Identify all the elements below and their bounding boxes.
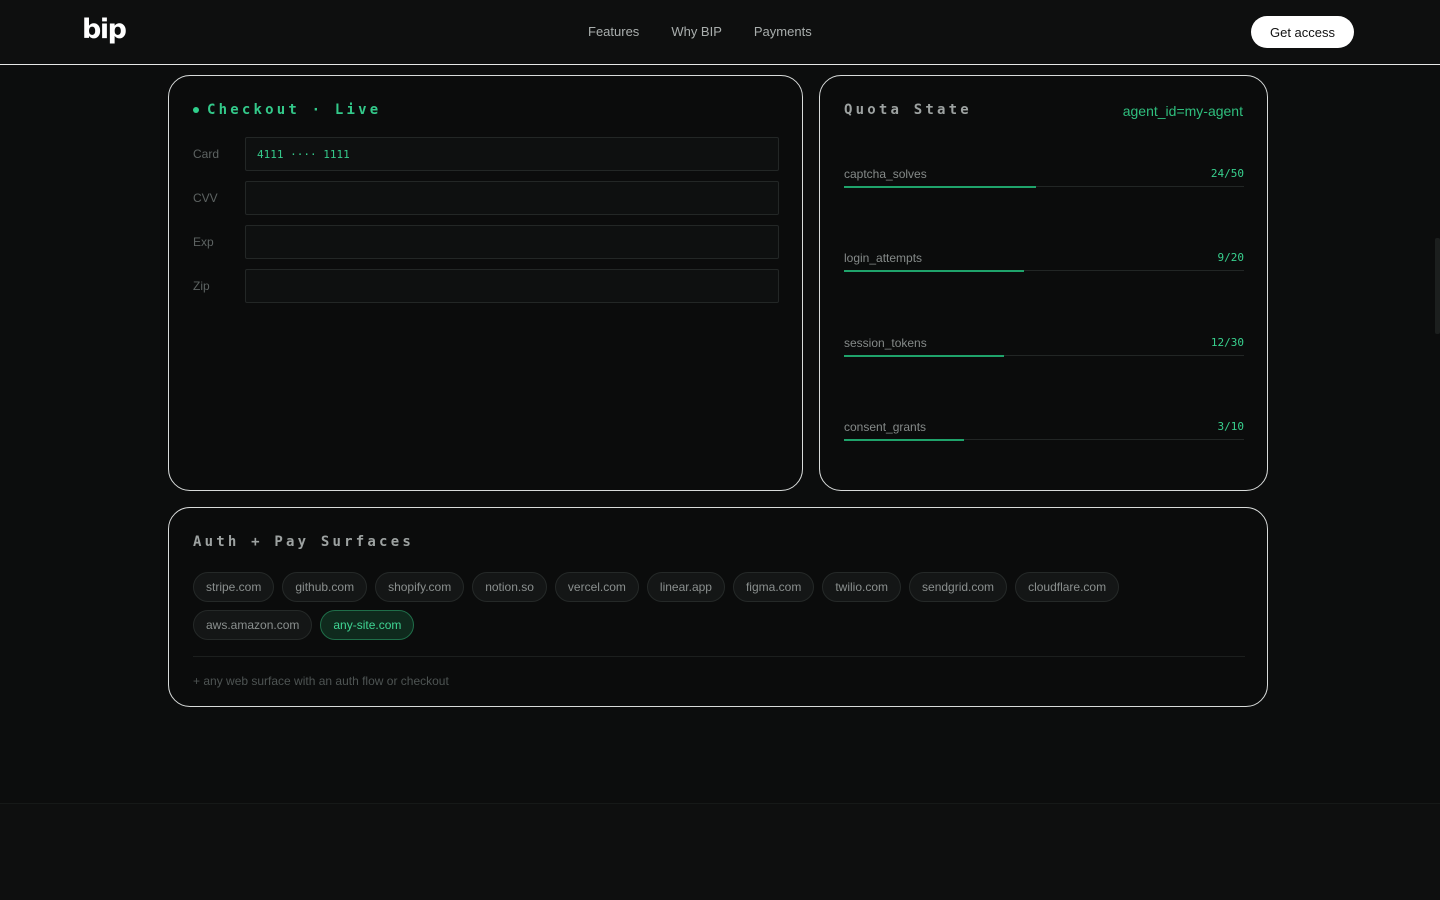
quota-row-login-attempts: login_attempts 9/20 (844, 251, 1245, 272)
quota-name: login_attempts (844, 251, 923, 265)
quota-value: 9/20 (1217, 251, 1245, 264)
footer-strip (0, 803, 1440, 900)
live-status-dot-icon (193, 107, 199, 113)
auth-pay-surfaces-card: Auth + Pay Surfaces stripe.com github.com… (168, 507, 1268, 707)
surface-chip-list: stripe.com github.com shopify.com notion.so… (193, 572, 1243, 640)
surface-chip[interactable]: aws.amazon.com (193, 610, 313, 640)
exp-input[interactable] (245, 225, 779, 259)
exp-field-label: Exp (193, 235, 214, 249)
checkout-title: Checkout · Live (207, 102, 382, 118)
surfaces-title: Auth + Pay Surfaces (193, 534, 414, 550)
get-access-button[interactable]: Get access (1251, 16, 1354, 48)
quota-fill-bar (844, 186, 1036, 188)
surface-chip[interactable]: any-site.com (320, 610, 415, 640)
zip-field-row: Zip (193, 269, 779, 303)
surface-chip[interactable]: figma.com (732, 572, 815, 602)
surface-chip[interactable]: stripe.com (193, 572, 275, 602)
divider (193, 656, 1245, 657)
checkout-card: Checkout · Live Card CVV Exp Zip (168, 75, 803, 491)
quota-fill-bar (844, 355, 1004, 357)
nav-link-why-bip[interactable]: Why BIP (671, 24, 722, 39)
cvv-field-row: CVV (193, 181, 779, 215)
quota-fill-bar (844, 270, 1024, 272)
quota-row-consent-grants: consent_grants 3/10 (844, 420, 1245, 441)
surface-chip[interactable]: linear.app (646, 572, 725, 602)
quota-state-card: Quota State agent_id=my-agent captcha_so… (819, 75, 1268, 491)
quota-value: 12/30 (1210, 336, 1244, 349)
quota-value: 3/10 (1217, 420, 1245, 433)
surfaces-footnote: + any web surface with an auth flow or c… (193, 674, 449, 688)
quota-name: captcha_solves (844, 167, 927, 181)
surface-chip[interactable]: github.com (282, 572, 368, 602)
quota-name: session_tokens (844, 336, 927, 350)
quota-row-captcha-solves: captcha_solves 24/50 (844, 167, 1244, 188)
quota-fill-bar (844, 439, 964, 441)
cvv-input[interactable] (245, 181, 779, 215)
surface-chip[interactable]: notion.so (472, 572, 547, 602)
quota-title: Quota State (844, 102, 972, 118)
bip-logo[interactable]: bip (82, 14, 127, 45)
card-number-input[interactable] (245, 137, 779, 171)
card-field-row: Card (193, 137, 779, 171)
site-header: bip Features Why BIP Payments Get access (0, 0, 1440, 65)
nav-link-features[interactable]: Features (588, 24, 639, 39)
page: bip Features Why BIP Payments Get access… (0, 0, 1440, 900)
card-field-label: Card (193, 147, 220, 161)
main-nav: Features Why BIP Payments (588, 24, 812, 39)
surface-chip[interactable]: sendgrid.com (909, 572, 1008, 602)
quota-row-session-tokens: session_tokens 12/30 (844, 336, 1244, 357)
quota-name: consent_grants (844, 420, 927, 434)
agent-id-label: agent_id=my-agent (1122, 103, 1243, 119)
surface-chip[interactable]: shopify.com (375, 572, 465, 602)
exp-field-row: Exp (193, 225, 779, 259)
cvv-field-label: CVV (193, 191, 218, 205)
surface-chip[interactable]: vercel.com (554, 572, 639, 602)
zip-field-label: Zip (193, 279, 210, 293)
surface-chip[interactable]: cloudflare.com (1015, 572, 1120, 602)
nav-link-payments[interactable]: Payments (754, 24, 812, 39)
quota-value: 24/50 (1210, 167, 1244, 180)
surface-chip[interactable]: twilio.com (822, 572, 902, 602)
scrollbar-thumb[interactable] (1435, 238, 1440, 334)
zip-input[interactable] (245, 269, 779, 303)
